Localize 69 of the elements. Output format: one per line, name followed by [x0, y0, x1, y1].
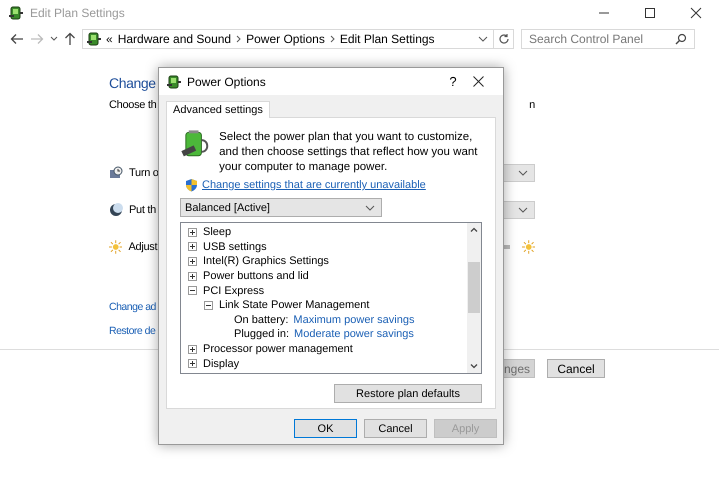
- tree-item[interactable]: Sleep: [203, 226, 232, 238]
- chevron-icon: [236, 35, 242, 43]
- close-icon[interactable]: [690, 7, 702, 19]
- dialog-title: Power Options: [187, 74, 267, 88]
- chevron-icon: [330, 35, 335, 43]
- page-description: n: [529, 99, 535, 113]
- ok-button[interactable]: OK: [294, 419, 357, 438]
- tree-item[interactable]: USB settings: [203, 240, 267, 253]
- moon-icon: [109, 203, 123, 217]
- expand-icon[interactable]: [188, 272, 197, 281]
- restore-defaults-button[interactable]: Restore plan defaults: [334, 384, 482, 403]
- address-bar[interactable]: « Hardware and Sound Power Options Edit Plan Settings: [82, 29, 494, 49]
- expand-icon[interactable]: [188, 228, 197, 237]
- help-button[interactable]: ?: [438, 73, 468, 90]
- clock-icon: [109, 166, 123, 180]
- expand-icon[interactable]: [188, 242, 197, 252]
- breadcrumb[interactable]: Hardware and Sound: [118, 32, 232, 46]
- caret-icon[interactable]: [50, 36, 58, 42]
- collapse-icon[interactable]: [188, 286, 197, 296]
- caret-icon: [518, 207, 528, 213]
- collapse-icon[interactable]: [204, 300, 213, 310]
- tree-item[interactable]: Link State Power Management: [219, 299, 370, 312]
- intro-text: Select the power plan that you want to customize, and then choose settings that reflect how you want your computer to manage power.: [219, 130, 478, 175]
- scrollbar-thumb[interactable]: [468, 262, 480, 313]
- setting-label: On battery:: [234, 314, 288, 326]
- setting-label: Put th: [129, 204, 156, 216]
- breadcrumb[interactable]: «: [106, 32, 113, 46]
- breadcrumb[interactable]: Power Options: [246, 32, 325, 46]
- up-arrow-icon[interactable]: [64, 32, 76, 46]
- scroll-up-icon[interactable]: [470, 227, 478, 232]
- link[interactable]: Restore de: [109, 325, 156, 338]
- link[interactable]: Change settings that are currently unavailable: [202, 179, 426, 191]
- expand-icon[interactable]: [188, 256, 197, 266]
- caret-icon[interactable]: [365, 204, 375, 210]
- cancel-button[interactable]: Cancel: [364, 419, 427, 438]
- page-description: Choose th: [109, 99, 156, 113]
- breadcrumb[interactable]: Edit Plan Settings: [340, 32, 435, 46]
- tree-item[interactable]: PCI Express: [203, 284, 264, 297]
- close-icon[interactable]: [473, 76, 484, 87]
- expand-icon[interactable]: [188, 344, 197, 354]
- sun-icon: [522, 240, 535, 254]
- setting-label: Plugged in:: [234, 328, 290, 340]
- tree-item[interactable]: Intel(R) Graphics Settings: [203, 255, 329, 268]
- tree-item[interactable]: Processor power management: [203, 343, 353, 356]
- link[interactable]: Change ad: [109, 301, 156, 314]
- search-field[interactable]: Search Control Panel: [521, 29, 695, 49]
- window-title: Edit Plan Settings: [30, 6, 126, 20]
- control-panel-icon: [86, 31, 102, 47]
- tree-item[interactable]: Power buttons and lid: [203, 270, 309, 282]
- scroll-down-icon[interactable]: [470, 364, 478, 369]
- plan-dropdown[interactable]: Balanced [Active]: [180, 198, 382, 217]
- setting-value[interactable]: Moderate power savings: [294, 328, 414, 340]
- app-icon: [8, 5, 24, 21]
- sun-icon: [109, 240, 122, 254]
- cancel-button[interactable]: Cancel: [547, 359, 605, 378]
- back-arrow-icon[interactable]: [10, 33, 24, 45]
- page-heading: Change: [109, 75, 156, 93]
- setting-label: Adjust: [128, 241, 158, 253]
- caret-icon[interactable]: [478, 36, 488, 42]
- tree-item[interactable]: Display: [203, 358, 240, 370]
- scrollbar[interactable]: [467, 223, 481, 373]
- refresh-icon[interactable]: [498, 33, 510, 45]
- setting-value[interactable]: Maximum power savings: [293, 314, 414, 326]
- expand-icon[interactable]: [188, 359, 197, 368]
- maximize-icon[interactable]: [644, 7, 656, 19]
- caret-icon: [518, 170, 528, 176]
- tab[interactable]: Advanced settings: [166, 101, 270, 118]
- shield-icon: [185, 178, 198, 192]
- power-options-icon: [166, 74, 182, 90]
